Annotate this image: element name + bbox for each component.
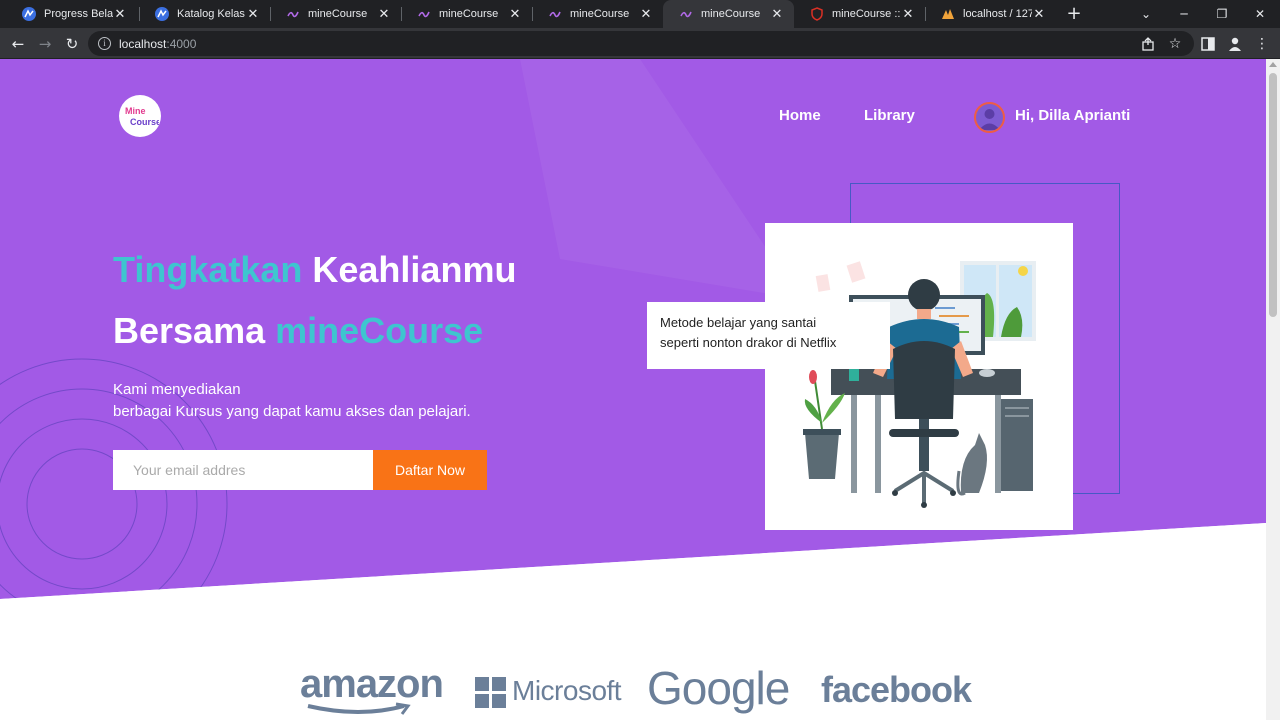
site-info-icon[interactable]: i: [98, 37, 111, 50]
partner-google-logo: Google: [647, 662, 790, 714]
quote-line-1: Metode belajar yang santai: [660, 315, 817, 330]
bookmark-star-icon[interactable]: ☆: [1163, 32, 1187, 56]
partner-facebook-logo: facebook: [821, 669, 972, 710]
profile-icon[interactable]: [1223, 32, 1247, 56]
side-panel-icon[interactable]: [1196, 32, 1220, 56]
programmer-desk-illustration: [803, 261, 1036, 508]
address-bar[interactable]: i localhost:4000: [88, 31, 1194, 56]
user-avatar[interactable]: [974, 102, 1005, 133]
menu-kebab-icon[interactable]: ⋮: [1250, 32, 1274, 56]
new-tab-button[interactable]: +: [1064, 4, 1084, 24]
url-text: localhost:4000: [119, 36, 197, 51]
tab-title: mineCourse: [439, 8, 499, 20]
tab-title: mineCourse: [701, 8, 761, 20]
close-icon[interactable]: ✕: [770, 6, 784, 21]
tab-minecourse-3[interactable]: mineCourse ✕: [532, 0, 663, 28]
tab-title: mineCourse :: Co: [832, 8, 901, 20]
user-greeting[interactable]: Hi, Dilla Aprianti: [1015, 107, 1130, 124]
share-icon[interactable]: [1136, 32, 1160, 56]
close-icon[interactable]: ✕: [113, 6, 127, 21]
minecourse-favicon: [417, 7, 431, 21]
close-icon[interactable]: ✕: [639, 6, 653, 21]
quote-line-2: seperti nonton drakor di Netflix: [660, 335, 837, 350]
hero-headline-line1: Tingkatkan Keahlianmu: [113, 249, 517, 290]
tab-phpmyadmin[interactable]: localhost / 127.0. ✕: [925, 0, 1056, 28]
minecourse-favicon: [286, 7, 300, 21]
tab-title: Katalog Kelas Der: [177, 8, 246, 20]
blue-a-icon: [22, 7, 36, 21]
tab-minecourse-active[interactable]: mineCourse ✕: [663, 0, 794, 28]
hero-illustration-card: [765, 223, 1073, 530]
close-icon[interactable]: ✕: [246, 6, 260, 21]
close-icon[interactable]: ✕: [508, 6, 522, 21]
microsoft-windows-icon: [475, 677, 506, 708]
close-icon[interactable]: ✕: [1032, 6, 1046, 21]
scrollbar-thumb[interactable]: [1269, 73, 1277, 317]
page-viewport: Mine Course Home Library Hi, Dilla Apria…: [0, 59, 1266, 720]
svg-text:Mine: Mine: [125, 106, 146, 116]
reload-button[interactable]: ↻: [60, 32, 84, 56]
blue-a-icon: [155, 7, 169, 21]
tab-minecourse-admin[interactable]: mineCourse :: Co ✕: [794, 0, 925, 28]
hero-subtext-line1: Kami menyediakan: [113, 381, 241, 398]
scroll-up-arrow-icon[interactable]: [1269, 62, 1277, 67]
nav-library-link[interactable]: Library: [864, 107, 915, 124]
browser-tabstrip: Progress Belajar – ✕ Katalog Kelas Der ✕…: [0, 0, 1280, 28]
minimize-button[interactable]: ─: [1165, 0, 1203, 28]
forward-button[interactable]: →: [33, 32, 57, 56]
shield-favicon: [810, 7, 824, 21]
tab-title: localhost / 127.0.: [963, 8, 1032, 20]
tab-search-icon[interactable]: ⌄: [1127, 0, 1165, 28]
tab-title: mineCourse: [308, 8, 368, 20]
email-input[interactable]: [113, 450, 373, 490]
partner-amazon-logo: amazon: [300, 662, 444, 706]
amazon-smile-icon: [307, 702, 411, 715]
hero-subtext-line2: berbagai Kursus yang dapat kamu akses da…: [113, 403, 471, 420]
partner-microsoft-logo: Microsoft: [512, 675, 622, 706]
tab-title: mineCourse: [570, 8, 630, 20]
tab-minecourse-1[interactable]: mineCourse ✕: [270, 0, 401, 28]
minecourse-favicon: [548, 7, 562, 21]
minecourse-logo[interactable]: Mine Course: [119, 95, 161, 137]
phpmyadmin-favicon: [941, 7, 955, 21]
tab-title: Progress Belajar –: [44, 8, 113, 20]
minecourse-favicon: [679, 7, 693, 21]
tab-minecourse-2[interactable]: mineCourse ✕: [401, 0, 532, 28]
hero-quote-card: Metode belajar yang santai seperti nonto…: [647, 302, 890, 369]
hero-headline-line2: Bersama mineCourse: [113, 310, 484, 351]
svg-text:Course: Course: [130, 117, 159, 127]
back-button[interactable]: ←: [6, 32, 30, 56]
page-scrollbar[interactable]: [1266, 59, 1280, 720]
browser-toolbar: ← → ↻ i localhost:4000 ☆ ⋮: [0, 28, 1280, 59]
close-icon[interactable]: ✕: [901, 6, 915, 21]
tab-progress-belajar[interactable]: Progress Belajar – ✕: [6, 0, 137, 28]
restore-button[interactable]: ❐: [1203, 0, 1241, 28]
daftar-now-button[interactable]: Daftar Now: [373, 450, 487, 490]
close-icon[interactable]: ✕: [377, 6, 391, 21]
nav-home-link[interactable]: Home: [779, 107, 821, 124]
close-window-button[interactable]: ✕: [1241, 0, 1279, 28]
tab-katalog-kelas[interactable]: Katalog Kelas Der ✕: [139, 0, 270, 28]
